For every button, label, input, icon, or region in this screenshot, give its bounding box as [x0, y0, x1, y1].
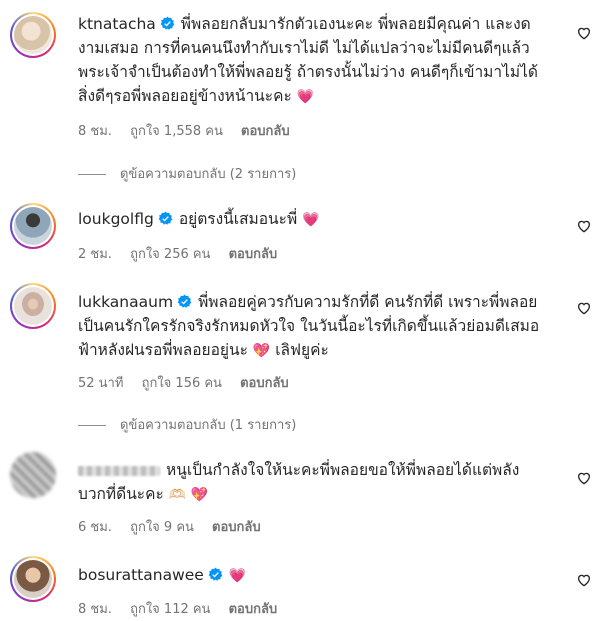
- comment-text: เลิฟยูค่ะ: [275, 341, 329, 359]
- avatar[interactable]: [10, 203, 56, 249]
- likes-count[interactable]: ถูกใจ 156 คน: [142, 376, 222, 391]
- username[interactable]: loukgolflg: [78, 210, 154, 228]
- comment-time: 6 ชม.: [78, 520, 112, 535]
- view-replies-label: ดูข้อความตอบกลับ (1 รายการ): [120, 418, 297, 433]
- verified-badge-icon: [158, 211, 173, 225]
- username[interactable]: lukkanaaum: [78, 293, 173, 311]
- divider-line: [78, 174, 106, 175]
- heart-emoji: 💗: [296, 89, 315, 105]
- reply-button[interactable]: ตอบกลับ: [229, 602, 278, 617]
- heart-outline-icon[interactable]: [576, 470, 592, 486]
- reply-button[interactable]: ตอบกลับ: [212, 520, 261, 535]
- hands-heart-emoji: 🫶🏻 💖: [168, 487, 209, 503]
- heart-emoji: 💖: [252, 343, 271, 359]
- comment-text: บวกที่ดีนะคะ: [78, 485, 164, 503]
- comment-text: อยู่ตรงนี้เสมอนะพี่: [178, 210, 298, 228]
- likes-count[interactable]: ถูกใจ 256 คน: [130, 247, 210, 262]
- divider-line: [78, 425, 106, 426]
- verified-badge-icon: [160, 16, 175, 30]
- username[interactable]: bosurattanawee: [78, 566, 204, 584]
- comment-text: งามเสมอ การที่คนคนนึงทำกับเราไม่ดี ไม่ได…: [78, 39, 530, 57]
- comment-time: 8 ชม.: [78, 602, 112, 617]
- heart-outline-icon[interactable]: [576, 572, 592, 588]
- comment-text: เป็นคนรักใครรักจริงรักหมดหัวใจ ในวันนี้อ…: [78, 317, 540, 335]
- verified-badge-icon: [208, 567, 223, 581]
- comment-text: พี่พลอยคู่ควรกับความรักที่ดี คนรักที่ดี …: [198, 293, 538, 311]
- reply-button[interactable]: ตอบกลับ: [229, 247, 278, 262]
- view-replies-label: ดูข้อความตอบกลับ (2 รายการ): [120, 167, 297, 182]
- avatar[interactable]: [10, 283, 56, 329]
- likes-count[interactable]: ถูกใจ 1,558 คน: [130, 124, 223, 139]
- comment-time: 2 ชม.: [78, 247, 112, 262]
- view-replies-button[interactable]: ดูข้อความตอบกลับ (1 รายการ): [78, 414, 296, 435]
- heart-outline-icon[interactable]: [576, 25, 592, 41]
- likes-count[interactable]: ถูกใจ 9 คน: [130, 520, 194, 535]
- comment-time: 52 นาที: [78, 376, 124, 391]
- reply-button[interactable]: ตอบกลับ: [240, 376, 289, 391]
- heart-emoji: 💗: [228, 568, 247, 584]
- comment-text: ฟ้าหลังฝนรอพี่พลอยอยู่นะ: [78, 341, 248, 359]
- likes-count[interactable]: ถูกใจ 112 คน: [130, 602, 210, 617]
- heart-outline-icon[interactable]: [576, 218, 592, 234]
- comment-text: พี่พลอยกลับมารักตัวเองนะคะ พี่พลอยมีคุณค…: [180, 15, 531, 33]
- comment-time: 8 ชม.: [78, 124, 112, 139]
- blurred-username: [78, 465, 160, 476]
- avatar[interactable]: [10, 12, 56, 58]
- comment-text: สิ่งดีๆรอพี่พลอยอยู่ข้างหน้านะคะ: [78, 87, 292, 105]
- verified-badge-icon: [177, 294, 192, 308]
- heart-emoji: 💗: [302, 212, 320, 228]
- comment-text: หนูเป็นกำลังใจให้นะคะพี่พลอยขอให้พี่พลอย…: [166, 461, 520, 479]
- username[interactable]: ktnatacha: [78, 15, 156, 33]
- reply-button[interactable]: ตอบกลับ: [241, 124, 290, 139]
- view-replies-button[interactable]: ดูข้อความตอบกลับ (2 รายการ): [78, 163, 296, 184]
- heart-outline-icon[interactable]: [576, 300, 592, 316]
- avatar[interactable]: [10, 556, 56, 602]
- avatar[interactable]: [10, 452, 56, 498]
- comment-text: พระเจ้าจำเป็นต้องทำให้พี่พลอยรู้ ถ้าตรงน…: [78, 63, 538, 81]
